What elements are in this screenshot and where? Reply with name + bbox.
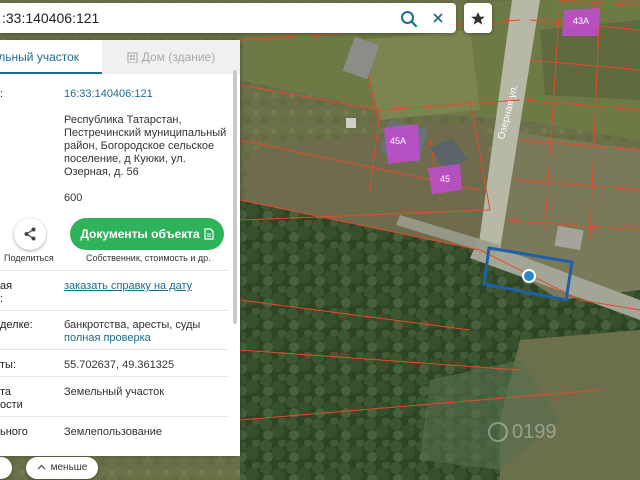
land-use-label: ьного <box>0 426 28 438</box>
address-line: Республика Татарстан, <box>64 114 182 126</box>
address-line: Озерная, д. 56 <box>64 166 139 178</box>
show-less-label: меньше <box>50 462 88 473</box>
order-certificate-link[interactable]: заказать справку на дату <box>64 280 232 293</box>
star-icon <box>471 12 485 25</box>
favorite-button[interactable] <box>464 3 492 33</box>
category-value: Земельный участок <box>64 386 165 398</box>
share-label: Поделиться <box>4 253 54 263</box>
address-line: район, Богородское сельское <box>64 140 215 152</box>
documents-subtitle: Собственник, стоимость и др. <box>86 253 211 263</box>
divider <box>0 310 228 311</box>
coordinates-value: 55.702637, 49.361325 <box>64 359 175 371</box>
plot-label-43a: 43А <box>573 16 589 26</box>
category-label-line: ости <box>0 399 23 411</box>
tab-land-plot-label: ельный участок <box>0 50 80 64</box>
plot-label-45: 45 <box>440 174 450 184</box>
tab-land-plot[interactable]: ельный участок <box>0 40 102 74</box>
show-less-button[interactable]: меньше <box>26 457 98 479</box>
cost-label-line: ая <box>0 280 13 292</box>
documents-button-label: Документы объекта <box>80 227 200 241</box>
tab-building[interactable]: Дом (здание) <box>102 40 240 74</box>
address-line: Пестречинский муниципальный <box>64 127 227 139</box>
address-line: поселение, д Куюки, ул. <box>64 153 186 165</box>
search-icon <box>401 11 418 28</box>
divider <box>0 349 228 350</box>
documents-button[interactable]: Документы объекта <box>70 218 224 250</box>
coordinates-label: ты: <box>0 359 17 371</box>
clear-button[interactable] <box>428 8 448 28</box>
search-input[interactable] <box>0 3 390 33</box>
category-label-line: та <box>0 386 12 398</box>
cadastre-label: : <box>0 88 4 100</box>
cadastre-number[interactable]: 16:33:140406:121 <box>64 88 232 101</box>
map-watermark: 0199 <box>512 421 557 443</box>
land-use-value: Землепользование <box>64 426 163 438</box>
divider <box>0 270 228 271</box>
tab-building-label: Дом (здание) <box>141 50 216 64</box>
chevron-up-icon <box>37 464 46 470</box>
panel-tabs: ельный участок Дом (здание) <box>0 40 240 74</box>
area-value: 600 <box>64 192 83 204</box>
cost-label-line: : <box>0 293 4 305</box>
object-info-panel: ельный участок Дом (здание) : 16:33:1404… <box>0 40 240 456</box>
share-button[interactable] <box>14 218 46 250</box>
close-icon <box>433 13 443 23</box>
divider <box>0 376 228 377</box>
search-bar <box>0 3 456 33</box>
panel-scrollbar[interactable] <box>233 70 237 324</box>
document-icon <box>204 228 214 240</box>
search-button[interactable] <box>398 8 420 30</box>
building-icon <box>127 52 138 64</box>
deal-value: банкротства, аресты, суды <box>64 319 201 331</box>
divider <box>0 416 228 417</box>
full-check-link[interactable]: полная проверка <box>64 332 232 345</box>
share-icon <box>24 227 36 241</box>
plot-label-45a: 45А <box>390 136 406 146</box>
deal-label: делке: <box>0 319 33 331</box>
